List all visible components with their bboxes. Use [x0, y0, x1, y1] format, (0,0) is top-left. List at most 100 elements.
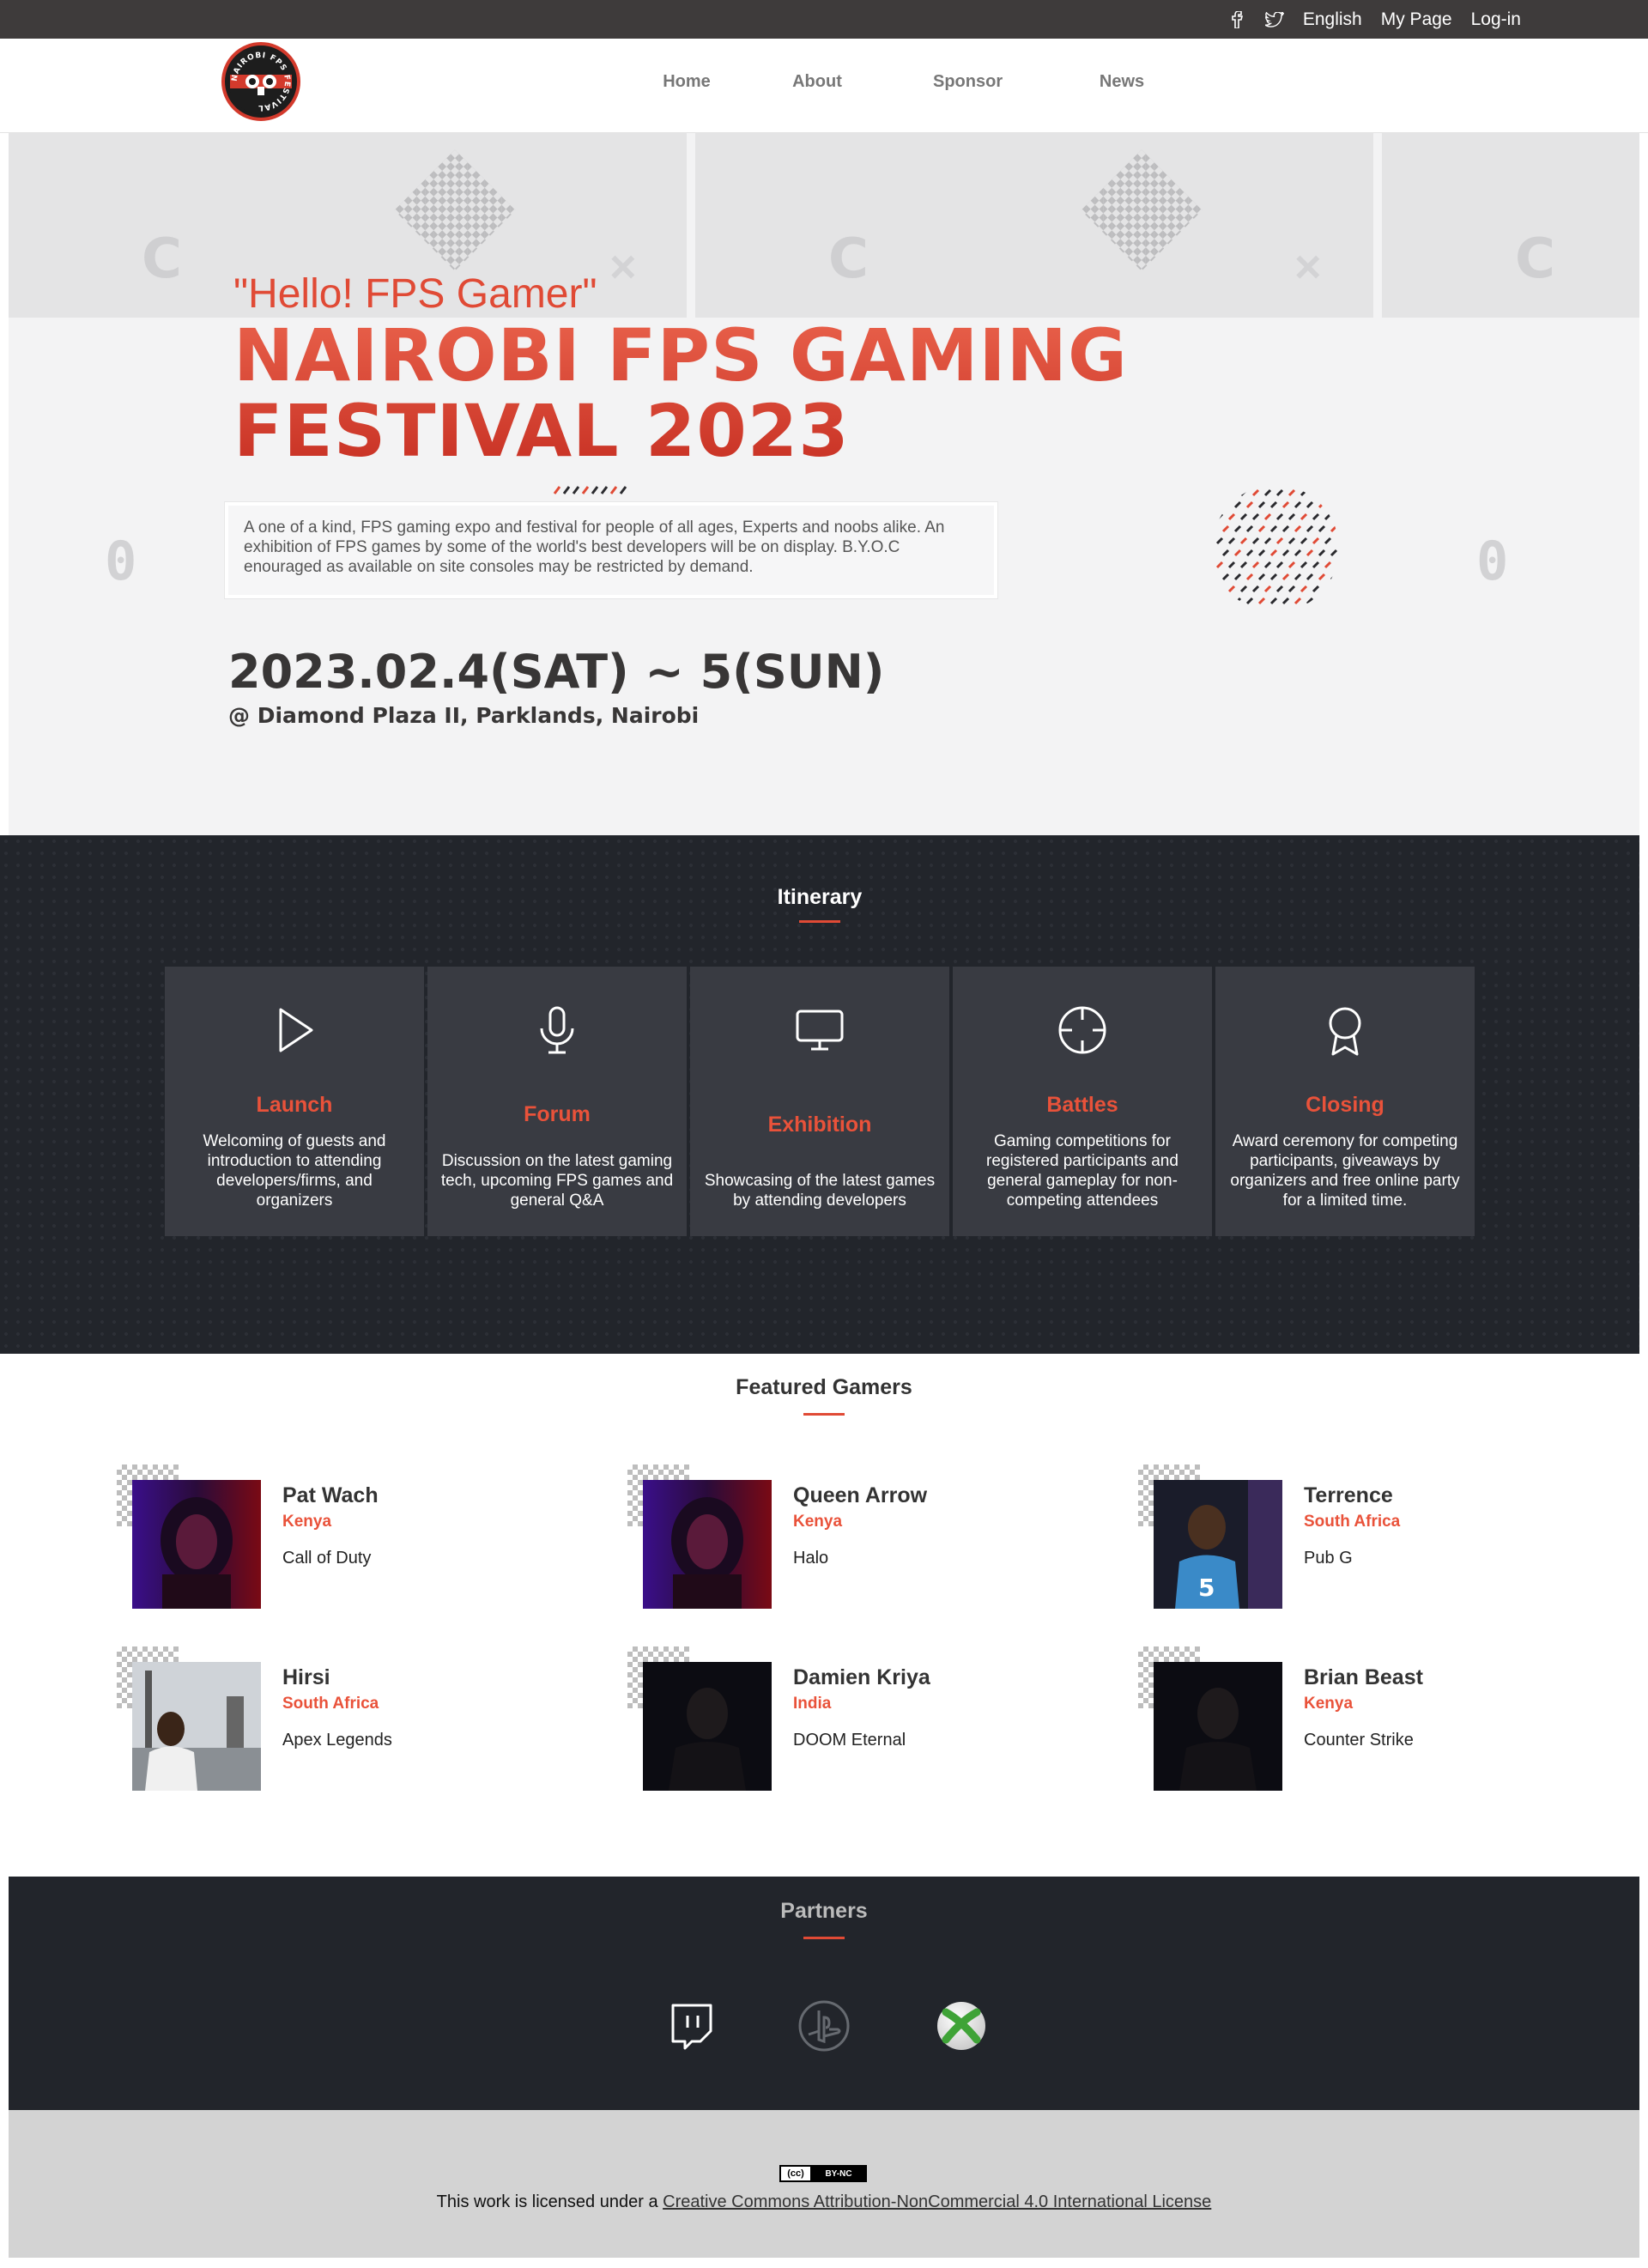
dash-mark: [1257, 500, 1266, 509]
dash-mark: [1288, 512, 1296, 521]
dash-mark: [1330, 525, 1338, 533]
language-link[interactable]: English: [1303, 9, 1362, 30]
dash-mark: [1306, 525, 1314, 533]
nav-home[interactable]: Home: [635, 72, 738, 92]
gamer-game: Call of Duty: [282, 1549, 372, 1568]
dash-mark: [1275, 561, 1284, 569]
dash-mark: [591, 486, 599, 494]
hero-title: NAIROBI FPS GAMING FESTIVAL 2023: [233, 318, 1128, 469]
twitter-icon[interactable]: [1264, 10, 1284, 29]
dash-mark: [1233, 525, 1242, 533]
hero-greeting: "Hello! FPS Gamer": [233, 271, 597, 317]
dash-mark: [1300, 537, 1308, 545]
dash-mark: [1269, 573, 1278, 581]
login-link[interactable]: Log-in: [1471, 9, 1521, 30]
dash-mark: [1263, 512, 1272, 521]
gamer-name: Brian Beast: [1304, 1665, 1423, 1689]
gamer-game: Counter Strike: [1304, 1731, 1414, 1750]
dash-mark: [1233, 573, 1242, 581]
my-page-link[interactable]: My Page: [1381, 9, 1452, 30]
itinerary-card-closing[interactable]: Closing Award ceremony for competing par…: [1215, 967, 1475, 1236]
dash-mark: [1300, 561, 1308, 569]
hero-bg-panel: [695, 133, 1373, 318]
dash-mark: [1294, 500, 1302, 509]
dash-mark: [1227, 512, 1236, 521]
dash-mark: [1227, 488, 1236, 497]
gamer-country: Kenya: [1304, 1695, 1354, 1713]
xbox-icon[interactable]: [934, 1998, 989, 2053]
dash-mark: [1306, 597, 1314, 605]
dash-mark: [1215, 512, 1224, 521]
navbar: NAIROBI FPS FESTIVAL Home About Sponsor …: [0, 39, 1648, 133]
nav-news[interactable]: News: [1096, 72, 1148, 92]
dash-mark: [1312, 512, 1320, 521]
itinerary-card-forum[interactable]: Forum Discussion on the latest gaming te…: [427, 967, 687, 1236]
cc-badge-right: BY-NC: [812, 2167, 865, 2180]
dash-mark: [1324, 585, 1332, 593]
dash-mark: [1215, 537, 1224, 545]
gamer-game: Apex Legends: [282, 1731, 392, 1750]
gamer-card[interactable]: Hirsi South Africa Apex Legends: [117, 1646, 563, 1792]
dash-mark: [1275, 488, 1284, 497]
festival-logo[interactable]: NAIROBI FPS FESTIVAL: [221, 42, 300, 121]
dash-mark: [572, 486, 580, 494]
nav-sponsor[interactable]: Sponsor: [933, 72, 1003, 92]
monitor-icon: [794, 1004, 845, 1056]
top-bar: English My Page Log-in: [0, 0, 1648, 39]
award-icon: [1319, 1004, 1371, 1056]
gamer-card[interactable]: Brian Beast Kenya Counter Strike: [1138, 1646, 1584, 1792]
license-link[interactable]: Creative Commons Attribution-NonCommerci…: [663, 2192, 1211, 2211]
playstation-icon[interactable]: [797, 1998, 851, 2053]
dash-mark: [1263, 561, 1272, 569]
card-title: Exhibition: [767, 1113, 872, 1137]
card-title: Closing: [1306, 1093, 1384, 1117]
dash-mark: [1233, 597, 1242, 605]
dash-mark: [1312, 585, 1320, 593]
gamer-name: Damien Kriya: [793, 1665, 930, 1689]
gamer-name: Queen Arrow: [793, 1483, 928, 1507]
dash-mark: [1312, 488, 1320, 497]
dash-mark: [1233, 500, 1242, 509]
play-icon: [269, 1004, 320, 1056]
dash-mark: [1233, 549, 1242, 557]
dash-mark: [1294, 525, 1302, 533]
dash-mark: [1288, 537, 1296, 545]
nav-about[interactable]: About: [791, 72, 843, 92]
gamer-card[interactable]: Pat Wach Kenya Call of Duty: [117, 1464, 563, 1610]
license-prefix: This work is licensed under a: [436, 2192, 663, 2211]
dash-mark: [1215, 488, 1224, 497]
dash-mark: [1330, 549, 1338, 557]
hero-title-line1: NAIROBI FPS GAMING: [233, 313, 1128, 397]
itinerary-card-exhibition[interactable]: Exhibition Showcasing of the latest game…: [690, 967, 949, 1236]
card-title: Battles: [1046, 1093, 1118, 1117]
twitch-icon[interactable]: [664, 1998, 719, 2053]
dash-mark: [1227, 585, 1236, 593]
gamer-photo: [132, 1662, 261, 1791]
dash-mark: [1275, 512, 1284, 521]
main-nav: Home About Sponsor News: [635, 39, 1148, 124]
dash-mark: [619, 486, 627, 494]
dash-mark: [1269, 500, 1278, 509]
gamer-card[interactable]: Queen Arrow Kenya Halo: [627, 1464, 1074, 1610]
dash-mark: [1269, 549, 1278, 557]
dash-mark: [1318, 597, 1326, 605]
dash-mark: [1227, 561, 1236, 569]
partners-section: Partners: [9, 1877, 1639, 2110]
dots-strip: [551, 483, 628, 495]
dash-mark: [1306, 500, 1314, 509]
dash-mark: [1245, 597, 1254, 605]
itinerary-card-launch[interactable]: Launch Welcoming of guests and introduct…: [165, 967, 424, 1236]
dash-mark: [1269, 525, 1278, 533]
facebook-icon[interactable]: [1227, 10, 1246, 29]
deco-x: ×: [609, 241, 637, 293]
dash-mark: [1330, 597, 1338, 605]
gamer-card[interactable]: 5 Terrence South Africa Pub G: [1138, 1464, 1584, 1610]
deco-c: C: [1515, 227, 1555, 291]
dash-mark: [1215, 585, 1224, 593]
footer: (cc) BY-NC This work is licensed under a…: [9, 2110, 1639, 2258]
dash-mark: [1275, 537, 1284, 545]
dash-mark: [1330, 573, 1338, 581]
cc-license-badge[interactable]: (cc) BY-NC: [779, 2165, 867, 2182]
gamer-card[interactable]: Damien Kriya India DOOM Eternal: [627, 1646, 1074, 1792]
itinerary-card-battles[interactable]: Battles Gaming competitions for register…: [953, 967, 1212, 1236]
